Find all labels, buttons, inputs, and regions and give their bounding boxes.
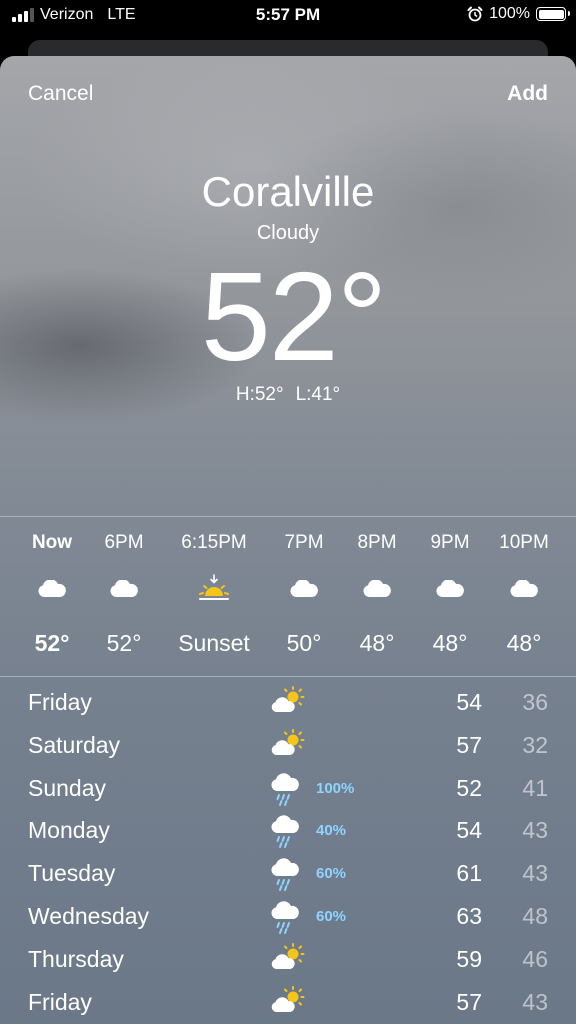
hour-temp: 48°: [359, 630, 395, 656]
daily-row: Tuesday 60% 61 43: [0, 852, 576, 895]
hourly-item: 9PM 48°: [410, 516, 490, 676]
hour-temp: 50°: [286, 630, 322, 656]
day-low: 36: [522, 689, 548, 715]
hour-temp: 48°: [432, 630, 468, 656]
high-low: H:52° L:41°: [0, 384, 576, 406]
hourly-item: 6:15PM Sunset: [164, 516, 264, 676]
cloud-icon: [337, 580, 417, 598]
precip-chance: 60%: [316, 865, 347, 883]
city-name: Coralville: [201, 168, 375, 215]
hourly-item: 8PM 48°: [337, 516, 417, 676]
cloud-icon: [410, 580, 490, 598]
rain-cloud-icon: [270, 856, 304, 898]
cloud-icon: [84, 580, 164, 598]
hour-label: Now: [31, 532, 73, 553]
daily-row: Friday 54 36: [0, 681, 576, 724]
hour-temp: 52°: [34, 630, 70, 656]
hour-temp: 48°: [506, 630, 542, 656]
day-name: Sunday: [28, 774, 107, 801]
partly-sunny-icon: [270, 942, 308, 982]
cloud-icon: [12, 580, 92, 598]
status-bar: Verizon LTE 5:57 PM 100%: [0, 0, 576, 32]
sunset-icon: [164, 574, 264, 602]
cloud-icon: [484, 580, 564, 598]
hourly-item: 10PM 48°: [484, 516, 564, 676]
hour-temp: 52°: [106, 630, 142, 656]
hourly-item: Now 52°: [12, 516, 92, 676]
battery-percent: 100%: [489, 5, 530, 22]
current-temperature: 52°: [200, 246, 388, 387]
day-low: 46: [522, 945, 548, 972]
day-name: Wednesday: [28, 902, 150, 929]
status-right: 100%: [467, 5, 570, 23]
day-low: 48: [522, 902, 548, 929]
alarm-icon: [467, 6, 483, 22]
day-name: Thursday: [28, 945, 124, 972]
weather-sheet: Cancel Add Coralville Cloudy 52° H:52° L:…: [0, 56, 576, 1024]
daily-row: Wednesday 60% 63 48: [0, 895, 576, 938]
hourly-item: 6PM 52°: [84, 516, 164, 676]
daily-row: Friday 57 43: [0, 981, 576, 1024]
rain-cloud-icon: [270, 899, 304, 941]
daily-row: Thursday 59 46: [0, 938, 576, 981]
daily-row: Saturday 57 32: [0, 724, 576, 767]
precip-chance: 60%: [316, 907, 347, 925]
precip-chance: 100%: [316, 779, 355, 797]
cancel-button[interactable]: Cancel: [28, 82, 93, 106]
day-name: Tuesday: [28, 860, 116, 887]
high-temp: H:52°: [235, 384, 284, 405]
hour-label: 6PM: [104, 532, 144, 553]
hour-label: 8PM: [357, 532, 397, 553]
hour-label: 10PM: [499, 532, 549, 553]
daily-row: Sunday 100% 52 41: [0, 767, 576, 810]
hour-temp: Sunset: [178, 630, 250, 656]
partly-sunny-icon: [270, 685, 308, 725]
day-name: Friday: [28, 988, 92, 1015]
day-low: 32: [522, 731, 548, 758]
daily-row: Monday 40% 54 43: [0, 809, 576, 852]
hour-label: 6:15PM: [181, 532, 247, 553]
hourly-forecast[interactable]: Now 52° 6PM 52° 6:15PM Sunset 7PM 50° 8P…: [0, 516, 576, 676]
day-name: Friday: [28, 689, 92, 715]
low-temp: L:41°: [295, 384, 341, 405]
day-low: 43: [522, 817, 548, 844]
rain-cloud-icon: [270, 813, 304, 855]
day-low: 43: [522, 860, 548, 887]
hour-label: 7PM: [284, 532, 324, 553]
day-low: 41: [522, 774, 548, 801]
battery-icon: [536, 7, 570, 21]
hourly-item: 7PM 50°: [264, 516, 344, 676]
current-condition: Cloudy: [256, 222, 320, 244]
partly-sunny-icon: [270, 985, 308, 1024]
daily-forecast[interactable]: Friday 54 36 Saturday 57 32 Sunday 100% 52 41 M…: [0, 681, 576, 1023]
day-name: Saturday: [28, 731, 121, 758]
divider-bottom: [0, 676, 576, 677]
add-button[interactable]: Add: [507, 82, 548, 106]
rain-cloud-icon: [270, 771, 304, 813]
day-name: Monday: [28, 817, 110, 844]
hour-label: 9PM: [430, 532, 470, 553]
partly-sunny-icon: [270, 728, 308, 768]
day-low: 43: [522, 988, 548, 1015]
precip-chance: 40%: [316, 822, 347, 840]
cloud-icon: [264, 580, 344, 598]
